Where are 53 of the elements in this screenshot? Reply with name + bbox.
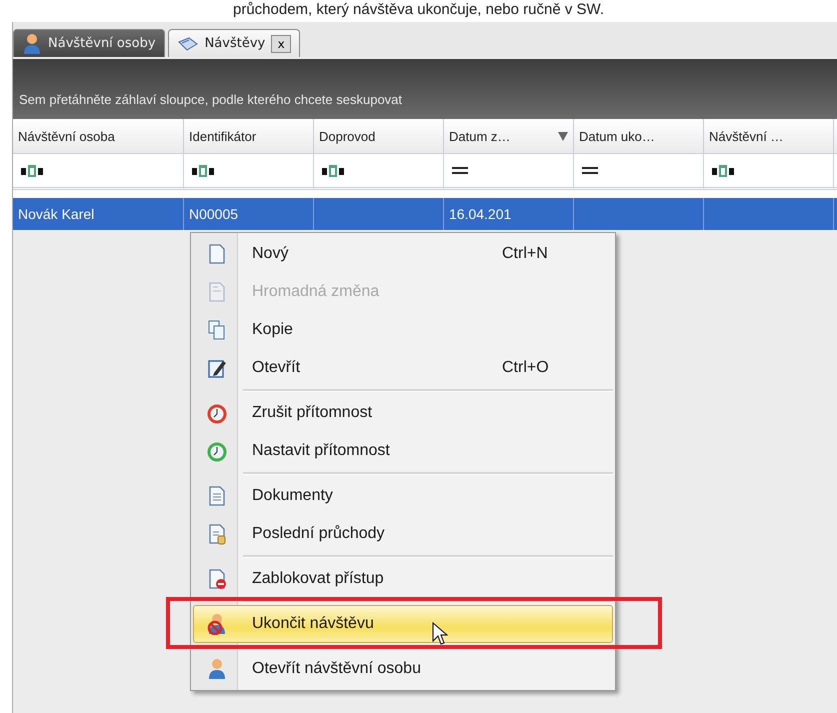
- column-title: Doprovod: [319, 128, 376, 144]
- shortcut-text: Ctrl+O: [502, 359, 550, 377]
- equals-filter-icon[interactable]: [452, 166, 468, 174]
- text-filter-icon[interactable]: [712, 164, 736, 176]
- menu-item[interactable]: Ukončit návštěvu: [193, 605, 613, 643]
- pages-icon: [207, 281, 227, 303]
- caption-text: průchodem, který návštěva ukončuje, nebo ručně v SW.: [232, 0, 606, 20]
- menu-item[interactable]: Dokumenty: [193, 477, 613, 515]
- close-button[interactable]: x: [271, 34, 292, 52]
- menu-item[interactable]: Kopie: [193, 311, 613, 349]
- menu-item[interactable]: Poslední průchody: [193, 515, 613, 553]
- text-filter-icon[interactable]: [21, 164, 45, 176]
- menu-item[interactable]: Otevřít Ctrl+O: [193, 349, 613, 387]
- person-prohibited-icon: [207, 613, 227, 635]
- shortcut-text: Ctrl+N: [502, 245, 549, 263]
- table-cell: Novák Karel: [13, 198, 184, 230]
- column-title: Datum z…: [449, 128, 510, 144]
- column-title: Návštěvní osoba: [18, 128, 115, 144]
- column-header[interactable]: Datum z…: [444, 119, 574, 154]
- equals-filter-icon[interactable]: [582, 166, 598, 174]
- tab-label: Návštěvy: [204, 36, 266, 51]
- tab[interactable]: Návštěvní osoby: [13, 29, 165, 57]
- group-hint: Sem přetáhněte záhlaví sloupce, podle kterého chcete seskupovat: [19, 92, 402, 107]
- page-icon: [207, 243, 227, 265]
- menu-item[interactable]: Nastavit přítomnost: [193, 432, 613, 470]
- column-header[interactable]: Datum uko…: [574, 119, 704, 154]
- text-filter-icon[interactable]: [322, 164, 346, 176]
- book-icon: [176, 36, 199, 52]
- clock-icon: [207, 402, 227, 424]
- document-database-icon: [207, 523, 227, 545]
- menu-item[interactable]: Zablokovat přístup: [193, 560, 613, 598]
- column-title: Identifikátor: [189, 128, 256, 144]
- document-icon: [207, 485, 227, 507]
- document-blocked-icon: [207, 568, 227, 590]
- table-cell: 16.04.201: [444, 198, 574, 230]
- text-filter-icon[interactable]: [192, 164, 216, 176]
- column-header[interactable]: Doprovod: [314, 119, 444, 154]
- mouse-cursor-icon: [432, 622, 448, 646]
- person-icon: [22, 32, 42, 54]
- person-icon: [207, 658, 227, 680]
- column-title: Návštěvní …: [709, 128, 784, 144]
- column-header[interactable]: Návštěvní osoba: [13, 119, 184, 154]
- menu-item[interactable]: Zrušit přítomnost: [193, 394, 613, 432]
- tab[interactable]: Návštěvy x: [168, 29, 300, 57]
- clock-icon: [207, 440, 227, 462]
- column-header[interactable]: Návštěvní …: [704, 119, 834, 154]
- copy-icon: [207, 319, 227, 341]
- menu-item[interactable]: Nový Ctrl+N: [193, 235, 613, 273]
- table-cell: N00005: [184, 198, 314, 230]
- menu-item[interactable]: Otevřít návštěvní osobu: [193, 650, 613, 688]
- tab-label: Návštěvní osoby: [48, 36, 156, 51]
- column-header[interactable]: Identifikátor: [184, 119, 314, 154]
- column-title: Datum uko…: [579, 128, 655, 144]
